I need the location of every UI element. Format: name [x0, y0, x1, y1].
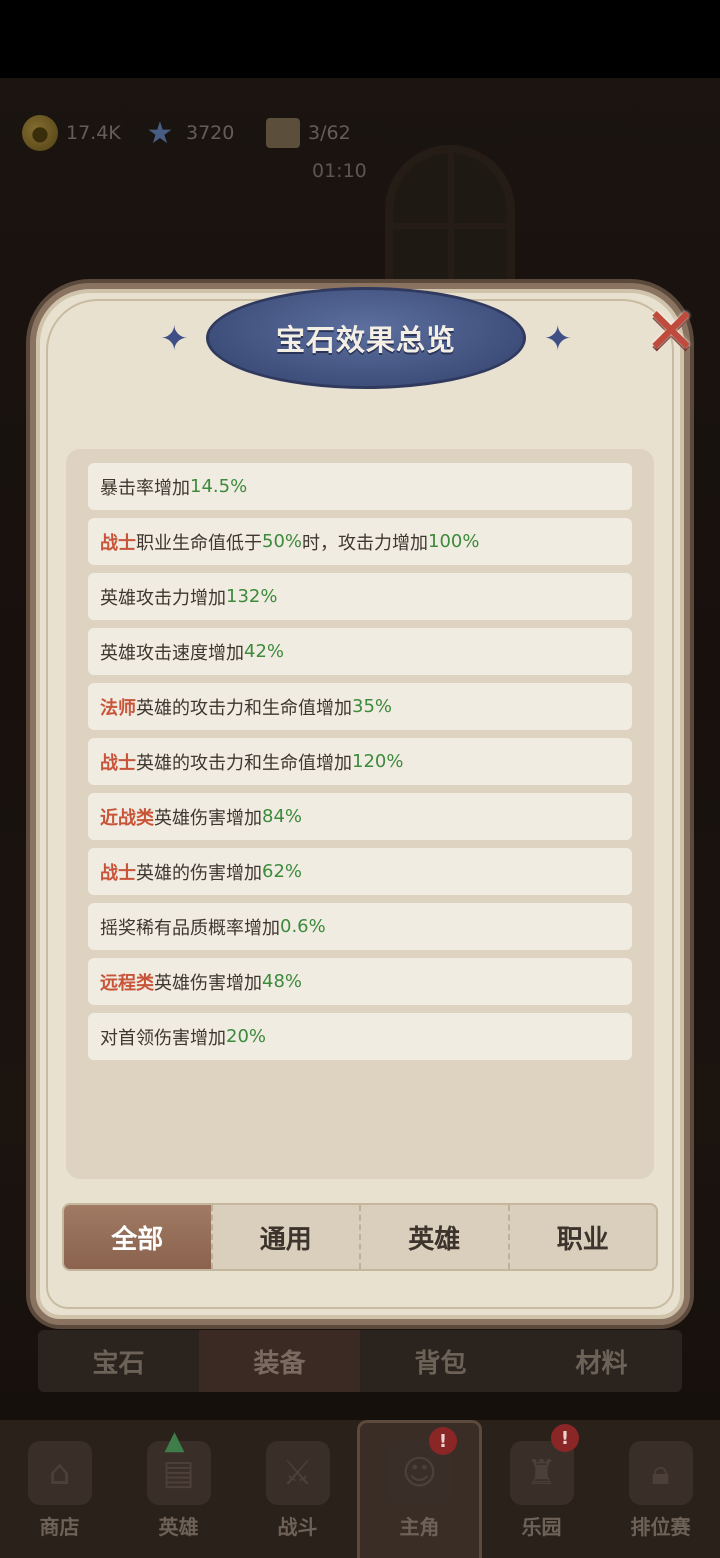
- list-item: 近战类 英雄伤害增加 84%: [88, 793, 632, 840]
- notification-badge: !: [551, 1424, 579, 1452]
- nav-battle[interactable]: ⚔ 战斗: [238, 1420, 357, 1558]
- list-item: 英雄攻击速度增加 42%: [88, 628, 632, 675]
- status-bar-area: [0, 0, 720, 78]
- subtab-materials[interactable]: 材料: [521, 1330, 682, 1392]
- filter-tabs: 全部 通用 英雄 职业: [62, 1203, 658, 1271]
- list-item: 英雄攻击力增加 132%: [88, 573, 632, 620]
- star-decoration-icon: ✦: [543, 319, 573, 359]
- battle-icon: ⚔: [265, 1441, 330, 1505]
- upgrade-arrow-icon: ▲: [164, 1426, 185, 1456]
- gem-effects-modal: ✦ 宝石效果总览 ✦ ✕ 暴击率增加 14.5% 战士 职业生命值低于 50% 时，攻击…: [30, 283, 698, 1325]
- tab-class[interactable]: 职业: [507, 1205, 657, 1269]
- lock-icon: 🔒︎: [628, 1441, 693, 1505]
- tab-all[interactable]: 全部: [64, 1205, 211, 1269]
- nav-protagonist[interactable]: ! ☺ 主角: [357, 1420, 482, 1558]
- subtab-bag[interactable]: 背包: [360, 1330, 521, 1392]
- nav-shop[interactable]: ⌂ 商店: [0, 1420, 119, 1558]
- list-item: 战士 英雄的伤害增加 62%: [88, 848, 632, 895]
- subtab-equipment[interactable]: 装备: [199, 1330, 360, 1392]
- close-button[interactable]: ✕: [636, 295, 706, 369]
- subtab-gems[interactable]: 宝石: [38, 1330, 199, 1392]
- title-banner: ✦ 宝石效果总览 ✦: [160, 279, 572, 391]
- equipment-subtabs: 宝石 装备 背包 材料: [38, 1330, 682, 1392]
- x-icon: ✕: [644, 295, 698, 369]
- list-item: 摇奖稀有品质概率增加 0.6%: [88, 903, 632, 950]
- nav-park[interactable]: ! ♜ 乐园: [482, 1420, 601, 1558]
- nav-heroes[interactable]: ▲ ▤ 英雄: [119, 1420, 238, 1558]
- shop-icon: ⌂: [27, 1441, 92, 1505]
- nav-ranked[interactable]: 🔒︎ 排位赛: [601, 1420, 720, 1558]
- effects-list[interactable]: 暴击率增加 14.5% 战士 职业生命值低于 50% 时，攻击力增加 100% 英雄攻击力…: [66, 449, 654, 1179]
- tab-hero[interactable]: 英雄: [359, 1205, 508, 1269]
- list-item: 战士 英雄的攻击力和生命值增加 120%: [88, 738, 632, 785]
- tab-general[interactable]: 通用: [210, 1205, 360, 1269]
- list-item: 法师 英雄的攻击力和生命值增加 35%: [88, 683, 632, 730]
- modal-title: 宝石效果总览: [275, 323, 456, 357]
- notification-badge: !: [429, 1427, 457, 1455]
- bottom-nav: ⌂ 商店 ▲ ▤ 英雄 ⚔ 战斗 ! ☺ 主角 ! ♜ 乐园 🔒︎ 排位赛: [0, 1420, 720, 1558]
- list-item: 远程类 英雄伤害增加 48%: [88, 958, 632, 1005]
- list-item: 暴击率增加 14.5%: [88, 463, 632, 510]
- list-item: 战士 职业生命值低于 50% 时，攻击力增加 100%: [88, 518, 632, 565]
- list-item: 对首领伤害增加 20%: [88, 1013, 632, 1060]
